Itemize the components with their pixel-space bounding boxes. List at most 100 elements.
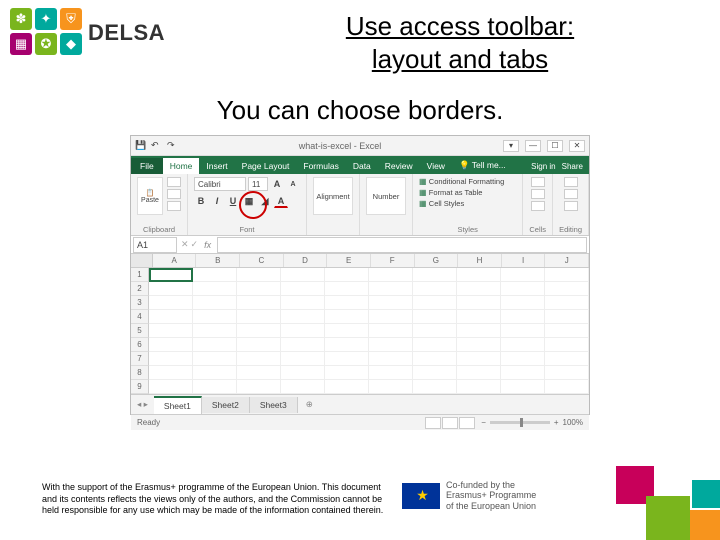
col-header[interactable]: G [415,254,459,267]
tab-data[interactable]: Data [346,158,378,174]
borders-button[interactable]: ▦ [242,194,256,208]
tab-view[interactable]: View [420,158,452,174]
name-box[interactable]: A1 [133,237,177,253]
fx-icon[interactable]: fx [204,240,211,250]
group-alignment: Alignment [307,174,360,235]
group-number: Number [360,174,413,235]
shield-icon: ⛨ [60,8,82,30]
minimize-button[interactable]: — [525,140,541,152]
save-icon[interactable]: 💾 [135,140,147,152]
zoom-in-button[interactable]: + [554,418,559,427]
cell-styles-button[interactable]: Cell Styles [419,199,516,208]
signin-link[interactable]: Sign in [531,162,555,171]
conditional-formatting-button[interactable]: Conditional Formatting [419,177,516,186]
row-header[interactable]: 1 [131,268,149,282]
row-header[interactable]: 5 [131,324,149,338]
delete-cells-button[interactable] [531,189,545,199]
new-sheet-button[interactable]: ⊕ [298,399,321,410]
normal-view-button[interactable] [425,417,441,429]
tell-me[interactable]: 💡 Tell me... [452,157,513,174]
page-break-view-button[interactable] [459,417,475,429]
alignment-controls[interactable]: Alignment [313,177,353,215]
number-controls[interactable]: Number [366,177,406,215]
eu-cofunded-block: ★ Co-funded by the Erasmus+ Programme of… [402,480,536,512]
copy-button[interactable] [167,189,181,199]
row-header[interactable]: 7 [131,352,149,366]
maximize-button[interactable]: ☐ [547,140,563,152]
status-text: Ready [137,418,160,427]
col-header[interactable]: H [458,254,502,267]
enter-formula-icon[interactable]: ✓ [191,239,199,250]
autosum-button[interactable] [564,177,578,187]
row-header[interactable]: 3 [131,296,149,310]
column-headers: A B C D E F G H I J [131,254,589,268]
tab-review[interactable]: Review [378,158,420,174]
square-icon: ◆ [60,33,82,55]
underline-button[interactable]: U [226,194,240,208]
tab-home[interactable]: Home [163,158,200,174]
row-header[interactable]: 6 [131,338,149,352]
col-header[interactable]: J [545,254,589,267]
col-header[interactable]: I [502,254,546,267]
group-clipboard: 📋Paste Clipboard [131,174,188,235]
cut-button[interactable] [167,177,181,187]
col-header[interactable]: B [196,254,240,267]
lightbulb-icon: ✦ [35,8,57,30]
status-bar: Ready − + 100% [131,414,589,430]
share-button[interactable]: Share [562,162,583,171]
font-color-button[interactable]: A [274,194,288,208]
badge-icon: ✪ [35,33,57,55]
cells-area[interactable] [149,268,589,394]
sheet-nav-arrows[interactable]: ◂ ▸ [131,399,154,410]
sheet-tab[interactable]: Sheet2 [202,397,250,413]
col-header[interactable]: A [153,254,197,267]
ribbon-options-icon[interactable]: ▾ [503,140,519,152]
row-headers: 1 2 3 4 5 6 7 8 9 10 [131,268,149,394]
col-header[interactable]: F [371,254,415,267]
window-title: what-is-excel - Excel [183,141,497,151]
square-teal [692,480,720,508]
insert-cells-button[interactable] [531,177,545,187]
worksheet-grid[interactable]: A B C D E F G H I J 1 2 3 4 5 6 7 8 9 10 [131,254,589,394]
format-cells-button[interactable] [531,201,545,211]
cancel-formula-icon[interactable]: ✕ [181,239,189,250]
select-all-corner[interactable] [131,254,153,267]
format-as-table-button[interactable]: Format as Table [419,188,516,197]
row-header[interactable]: 4 [131,310,149,324]
font-size-select[interactable]: 11 [248,177,268,191]
group-font: Calibri 11 A A B I U ▦ ◢ A Font [188,174,307,235]
font-name-select[interactable]: Calibri [194,177,246,191]
excel-window: 💾 ↶ ↷ what-is-excel - Excel ▾ — ☐ ✕ File… [130,135,590,415]
disclaimer-text: With the support of the Erasmus+ program… [42,482,387,516]
brain-icon: ✽ [10,8,32,30]
redo-icon[interactable]: ↷ [167,140,179,152]
close-button[interactable]: ✕ [569,140,585,152]
paste-button[interactable]: 📋Paste [137,177,163,215]
increase-font-icon[interactable]: A [270,177,284,191]
italic-button[interactable]: I [210,194,224,208]
formula-bar[interactable] [217,237,587,253]
tab-formulas[interactable]: Formulas [296,158,345,174]
row-header[interactable]: 2 [131,282,149,296]
row-header[interactable]: 8 [131,366,149,380]
zoom-slider[interactable] [490,421,550,424]
bold-button[interactable]: B [194,194,208,208]
format-painter-button[interactable] [167,201,181,211]
tab-file[interactable]: File [131,158,163,174]
active-cell[interactable] [149,268,193,282]
page-layout-view-button[interactable] [442,417,458,429]
row-header[interactable]: 9 [131,380,149,394]
undo-icon[interactable]: ↶ [151,140,163,152]
col-header[interactable]: E [327,254,371,267]
clear-button[interactable] [564,201,578,211]
col-header[interactable]: D [284,254,328,267]
tab-insert[interactable]: Insert [199,158,234,174]
tab-page-layout[interactable]: Page Layout [235,158,297,174]
fill-button[interactable] [564,189,578,199]
sheet-tab[interactable]: Sheet3 [250,397,298,413]
decrease-font-icon[interactable]: A [286,177,300,191]
zoom-out-button[interactable]: − [481,418,486,427]
sheet-tab[interactable]: Sheet1 [154,396,202,414]
slide-subtitle: You can choose borders. [0,95,720,126]
col-header[interactable]: C [240,254,284,267]
